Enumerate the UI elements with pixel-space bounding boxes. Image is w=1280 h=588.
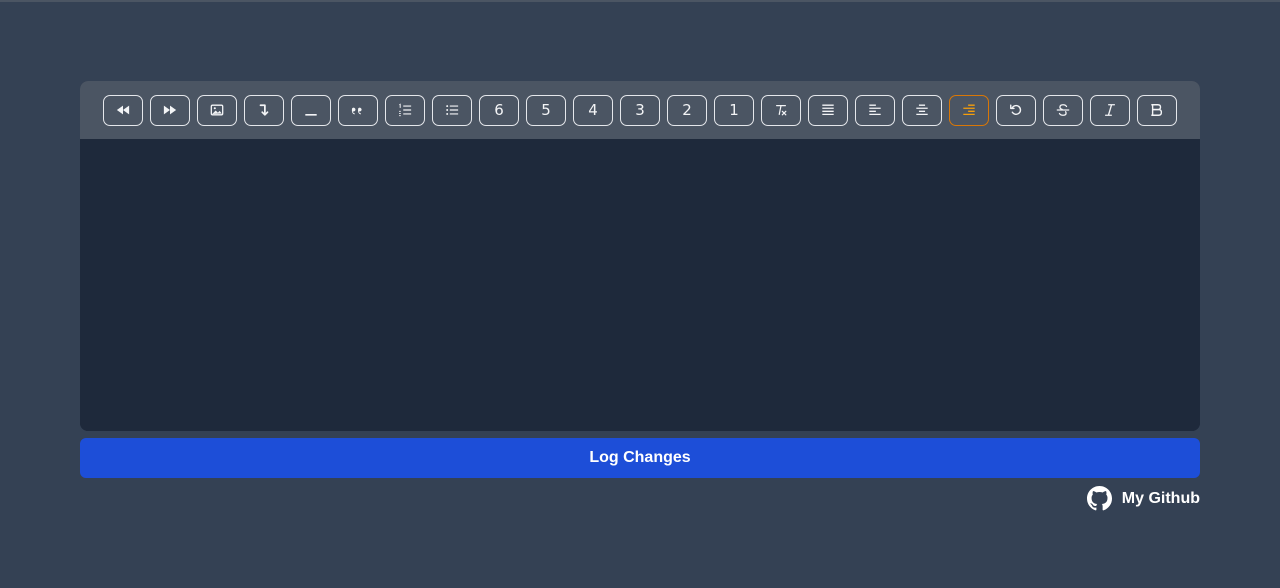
rich-text-editor: 6 5 4 3 2 1 [80,81,1200,431]
heading-3-label: 3 [635,100,645,119]
forward-icon [163,103,177,117]
github-label: My Github [1121,489,1200,507]
italic-button[interactable] [1090,94,1130,126]
heading-5-button[interactable]: 5 [526,94,566,126]
image-icon [210,103,224,117]
align-justify-icon [821,103,835,117]
align-center-icon [915,103,929,117]
blockquote-button[interactable] [338,94,378,126]
backward-icon [116,103,130,117]
editor-content-area[interactable] [80,139,1200,431]
bold-button[interactable] [1137,94,1177,126]
heading-2-label: 2 [682,100,692,119]
heading-1-label: 1 [729,100,739,119]
heading-4-label: 4 [588,100,598,119]
editor-toolbar: 6 5 4 3 2 1 [80,81,1200,139]
clear-format-button[interactable] [761,94,801,126]
heading-6-button[interactable]: 6 [479,94,519,126]
line-break-button[interactable] [244,94,284,126]
ordered-list-button[interactable] [385,94,425,126]
horizontal-rule-button[interactable] [291,94,331,126]
heading-3-button[interactable]: 3 [620,94,660,126]
ordered-list-icon [398,103,412,117]
heading-4-button[interactable]: 4 [573,94,613,126]
bold-icon [1150,103,1164,117]
clear-format-icon [774,103,788,117]
strikethrough-button[interactable] [1043,94,1083,126]
horizontal-rule-icon [304,103,318,117]
bullet-list-button[interactable] [432,94,472,126]
log-changes-button[interactable]: Log Changes [80,438,1200,478]
align-center-button[interactable] [902,94,942,126]
align-left-button[interactable] [855,94,895,126]
heading-6-label: 6 [494,100,504,119]
quote-icon [351,103,365,117]
github-link[interactable]: My Github [1086,486,1200,511]
strikethrough-icon [1056,103,1070,117]
undo-button[interactable] [996,94,1036,126]
rotate-left-icon [1009,103,1023,117]
italic-icon [1103,103,1117,117]
insert-image-button[interactable] [197,94,237,126]
align-right-icon [962,103,976,117]
redo-forward-button[interactable] [150,94,190,126]
heading-1-button[interactable]: 1 [714,94,754,126]
align-left-icon [868,103,882,117]
arrow-turn-down-icon [257,103,271,117]
align-right-button[interactable] [949,94,989,126]
heading-2-button[interactable]: 2 [667,94,707,126]
undo-rewind-button[interactable] [103,94,143,126]
heading-5-label: 5 [541,100,551,119]
github-icon [1086,486,1112,511]
bullet-list-icon [445,103,459,117]
align-justify-button[interactable] [808,94,848,126]
